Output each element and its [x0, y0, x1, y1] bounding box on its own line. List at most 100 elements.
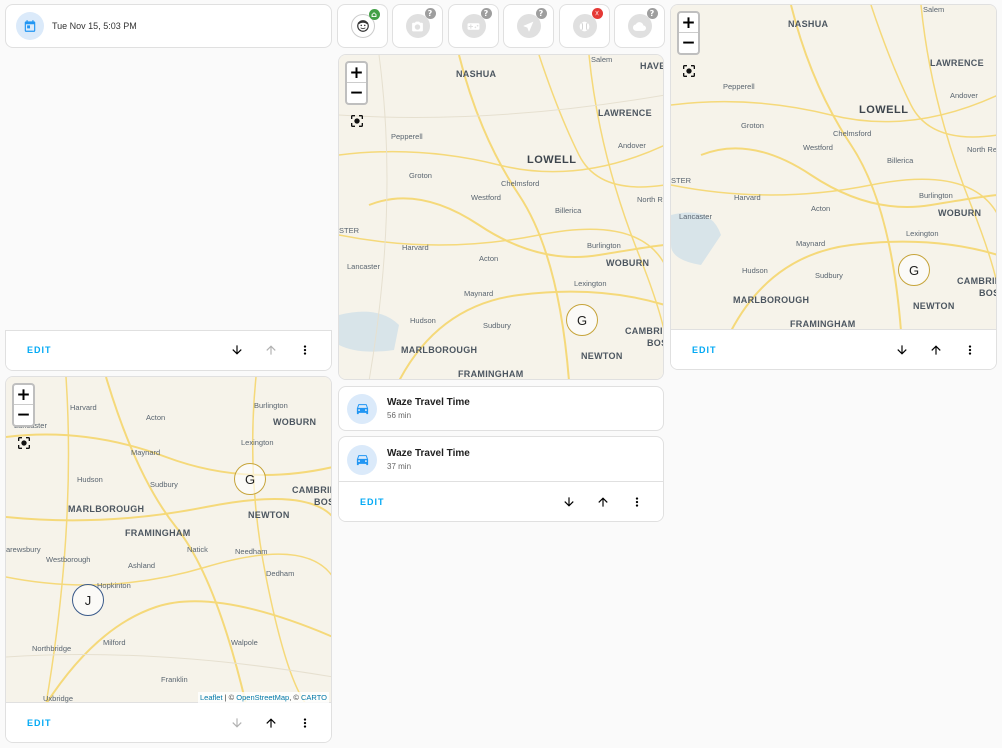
more-options-button[interactable] [627, 492, 647, 512]
travel-card-2: Waze Travel Time 37 min EDIT [338, 436, 664, 522]
fit-map-icon[interactable] [16, 435, 32, 451]
move-down-button[interactable] [892, 340, 912, 360]
map-tiles [339, 55, 663, 379]
more-options-button[interactable] [295, 713, 315, 733]
move-down-button[interactable] [559, 492, 579, 512]
map-label: BOS [314, 497, 331, 507]
move-up-button[interactable] [593, 492, 613, 512]
move-up-button[interactable] [261, 713, 281, 733]
map-label: Harvard [734, 193, 761, 202]
map-view[interactable]: + − Salem NASHUA LAWRENCE Pepperell Andov… [671, 5, 996, 331]
move-down-button[interactable] [227, 713, 247, 733]
card-footer: EDIT [339, 481, 663, 521]
map-label: arewsbury [6, 545, 41, 554]
travel-row[interactable]: Waze Travel Time 37 min [339, 437, 663, 482]
map-label: Northbridge [32, 644, 72, 653]
move-down-button[interactable] [227, 340, 247, 360]
attribution-sep: , © [289, 693, 302, 702]
entity-state: 37 min [387, 462, 412, 471]
map-label: CAMBRIDGE [625, 326, 663, 336]
edit-button[interactable]: EDIT [27, 345, 52, 355]
arrow-up-icon [931, 344, 941, 355]
zoom-out-button[interactable]: − [679, 33, 698, 53]
datetime-text: Tue Nov 15, 5:03 PM [52, 21, 137, 31]
card-footer: EDIT [671, 329, 996, 369]
zoom-control: + − [677, 11, 700, 55]
map-label: Harvard [70, 403, 97, 412]
osm-link[interactable]: OpenStreetMap [236, 693, 289, 702]
map-view[interactable]: +− NASHUA Salem HAVER LAWRENCE Andover P… [339, 55, 663, 379]
map-label: Burlington [587, 241, 621, 250]
map-label: Hopkinton [97, 581, 131, 590]
map-attribution: Leaflet | © OpenStreetMap, © CARTO [198, 692, 329, 703]
map-label: HAVER [640, 61, 663, 71]
map-label: CAMBRIDGE [292, 485, 331, 495]
map-label: CAMBRIDGE [957, 276, 996, 286]
person-marker[interactable]: G [234, 463, 266, 495]
home-badge: ⌂ [368, 9, 380, 20]
edit-button[interactable]: EDIT [360, 497, 385, 507]
map-label: LOWELL [859, 104, 909, 116]
map-label: Billerica [555, 206, 582, 215]
map-label: STER [339, 226, 360, 235]
map-tiles [671, 5, 996, 331]
edit-button[interactable]: EDIT [27, 718, 52, 728]
fit-map-icon[interactable] [349, 113, 365, 129]
weather-icon: ? [627, 8, 658, 38]
map-label: Natick [187, 545, 208, 554]
map-label: Westborough [46, 555, 91, 564]
map-label: Needham [235, 547, 268, 556]
zoom-out-button[interactable]: − [14, 405, 33, 425]
arrow-down-icon [897, 344, 907, 355]
person-marker[interactable]: J [72, 584, 104, 616]
unknown-badge: ? [480, 8, 492, 19]
map-card-right: + − Salem NASHUA LAWRENCE Pepperell Andov… [670, 4, 997, 370]
dots-vertical-icon [303, 345, 307, 355]
travel-card-1[interactable]: Waze Travel Time 56 min [338, 386, 664, 431]
edit-button[interactable]: EDIT [692, 345, 717, 355]
map-label: Harvard [402, 243, 429, 252]
gamepad-badge[interactable]: ? [448, 4, 499, 48]
person-badge[interactable]: ⌂ [337, 4, 388, 48]
map-label: NEWTON [248, 510, 290, 520]
weather-badge[interactable]: ? [614, 4, 665, 48]
move-up-button[interactable] [926, 340, 946, 360]
car-icon [347, 393, 377, 424]
person-marker[interactable]: G [898, 254, 930, 286]
map-card-bottom: +− Harvard Burlington Acton WOBURN Lanca… [5, 376, 332, 743]
map-label: Hudson [77, 475, 103, 484]
zoom-out-button[interactable]: − [347, 83, 366, 103]
map-label: Chelmsford [501, 179, 540, 188]
unknown-badge: ? [424, 8, 436, 19]
attribution-sep: | © [222, 693, 237, 702]
zoom-control: + − [12, 383, 35, 427]
map-view[interactable]: +− Harvard Burlington Acton WOBURN Lanca… [6, 377, 331, 704]
zoom-in-button[interactable]: + [347, 63, 366, 83]
more-options-button[interactable] [295, 340, 315, 360]
map-label: FRAMINGHAM [790, 319, 856, 329]
card-footer: EDIT [6, 702, 331, 742]
map-label: Groton [409, 171, 432, 180]
dots-vertical-icon [303, 717, 307, 728]
camera-badge[interactable]: ? [392, 4, 443, 48]
zoom-in-button[interactable]: + [679, 13, 698, 33]
leaflet-link[interactable]: Leaflet [200, 693, 223, 702]
fit-map-icon[interactable] [681, 63, 697, 79]
arrow-down-icon [232, 345, 242, 355]
map-label: NASHUA [456, 69, 497, 79]
person-marker[interactable]: G [566, 304, 598, 336]
map-label: STER [671, 176, 692, 185]
map-label: Andover [618, 141, 646, 150]
move-up-button[interactable] [261, 340, 281, 360]
map-label: Sudbury [150, 480, 178, 489]
map-label: Burlington [919, 191, 953, 200]
map-label: Maynard [464, 289, 494, 298]
more-options-button[interactable] [960, 340, 980, 360]
carto-link[interactable]: CARTO [301, 693, 327, 702]
zoom-control: + − [345, 61, 368, 105]
zoom-in-button[interactable]: + [14, 385, 33, 405]
dots-vertical-icon [968, 344, 972, 355]
gamepad-icon: ? [461, 8, 492, 38]
baseball-badge[interactable]: ☓ [559, 4, 610, 48]
navigation-badge[interactable]: ? [503, 4, 554, 48]
